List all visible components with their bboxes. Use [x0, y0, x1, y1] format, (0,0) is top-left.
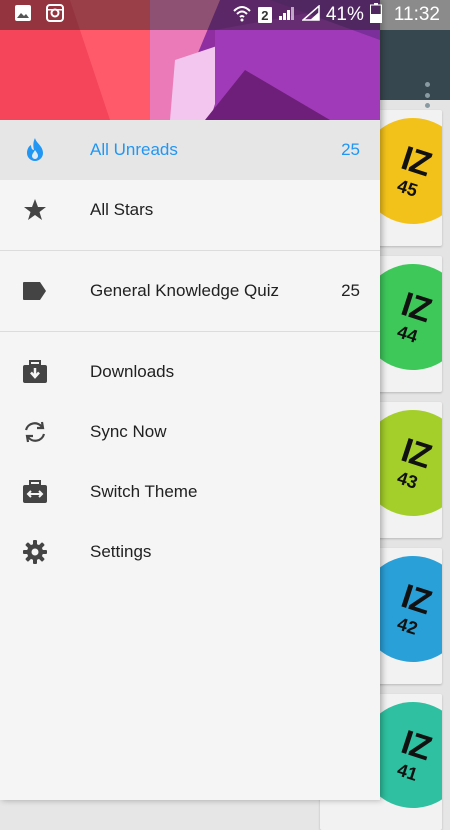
divider — [0, 250, 380, 251]
signal-icon — [278, 5, 296, 26]
sync-icon — [22, 419, 48, 445]
nav-item-downloads[interactable]: Downloads — [0, 342, 380, 402]
status-bar: 2 41% 11:32 — [0, 0, 450, 30]
nav-item-switch-theme[interactable]: Switch Theme — [0, 462, 380, 522]
nav-item-label: All Unreads — [90, 140, 178, 159]
unread-count: 25 — [341, 140, 360, 159]
star-icon — [22, 197, 48, 223]
nav-item-all-unreads[interactable]: All Unreads 25 — [0, 120, 380, 180]
switch-theme-icon — [22, 479, 48, 505]
wifi-icon — [232, 4, 252, 27]
nav-item-settings[interactable]: Settings — [0, 522, 380, 582]
nav-item-label: All Stars — [90, 200, 154, 219]
clock: 11:32 — [393, 4, 440, 25]
nav-item-general-knowledge-quiz[interactable]: General Knowledge Quiz 25 — [0, 261, 380, 321]
battery-percent: 41% — [325, 4, 364, 25]
unread-count: 25 — [341, 281, 360, 300]
label-tag-icon — [22, 278, 48, 304]
signal-icon — [300, 3, 320, 26]
navigation-drawer: All Unreads 25 All Stars General Knowled… — [0, 0, 380, 800]
nav-item-label: Downloads — [90, 362, 175, 381]
nav-item-all-stars[interactable]: All Stars — [0, 180, 380, 240]
instagram-notification-icon — [46, 3, 64, 27]
flame-icon — [22, 137, 48, 163]
nav-item-label: Switch Theme — [90, 482, 198, 501]
nav-item-sync-now[interactable]: Sync Now — [0, 402, 380, 462]
drawer-menu: All Unreads 25 All Stars General Knowled… — [0, 120, 380, 582]
battery-icon — [369, 2, 382, 28]
divider — [0, 331, 380, 332]
gallery-notification-icon — [14, 4, 32, 27]
nav-item-label: Sync Now — [90, 422, 167, 441]
sim-slot-badge: 2 — [257, 7, 272, 23]
nav-item-label: Settings — [90, 542, 152, 561]
nav-item-label: General Knowledge Quiz — [90, 281, 280, 300]
gear-icon — [22, 539, 48, 565]
download-box-icon — [22, 359, 48, 385]
